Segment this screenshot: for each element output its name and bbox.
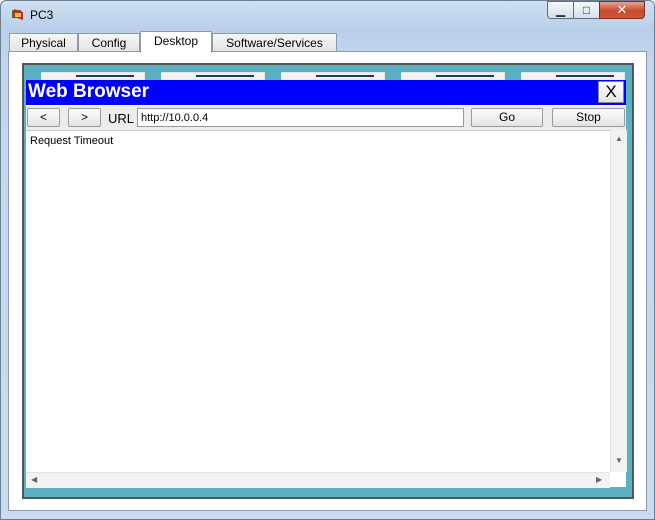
scroll-right-icon[interactable]: ▶ [596,475,602,484]
url-label: URL [108,111,135,126]
url-input[interactable] [137,108,464,127]
scroll-up-icon[interactable]: ▲ [615,134,623,143]
close-icon: ✕ [616,2,628,17]
maximize-button[interactable]: □ [573,1,600,19]
close-window-button[interactable]: ✕ [599,1,645,19]
scroll-down-icon[interactable]: ▼ [615,456,623,465]
tab-config[interactable]: Config [78,33,140,52]
tab-physical[interactable]: Physical [9,33,78,52]
web-browser-window: Web Browser X < > URL Go Stop Request Ti… [26,80,627,488]
browser-header: Web Browser X [26,80,626,105]
title-bar[interactable]: PC3 ▁ □ ✕ [1,1,654,29]
maximize-icon: □ [582,3,591,17]
go-button[interactable]: Go [471,108,543,127]
stop-button[interactable]: Stop [552,108,625,127]
packet-tracer-pc-icon [12,9,23,20]
tab-desktop[interactable]: Desktop [140,31,212,53]
vertical-scrollbar[interactable]: ▲ ▼ [610,130,627,472]
scroll-left-icon[interactable]: ◀ [31,475,37,484]
browser-title: Web Browser [28,81,150,102]
browser-close-button[interactable]: X [598,81,624,103]
browser-content: Request Timeout [26,130,611,473]
browser-toolbar: < > URL Go Stop [26,106,626,130]
page-message: Request Timeout [30,135,114,147]
tab-software-services[interactable]: Software/Services [212,33,337,52]
horizontal-scrollbar[interactable]: ◀ ▶ [26,472,610,488]
minimize-icon: ▁ [555,3,566,17]
back-button[interactable]: < [27,108,60,127]
minimize-button[interactable]: ▁ [547,1,574,19]
forward-button[interactable]: > [68,108,101,127]
window-title: PC3 [30,8,54,22]
